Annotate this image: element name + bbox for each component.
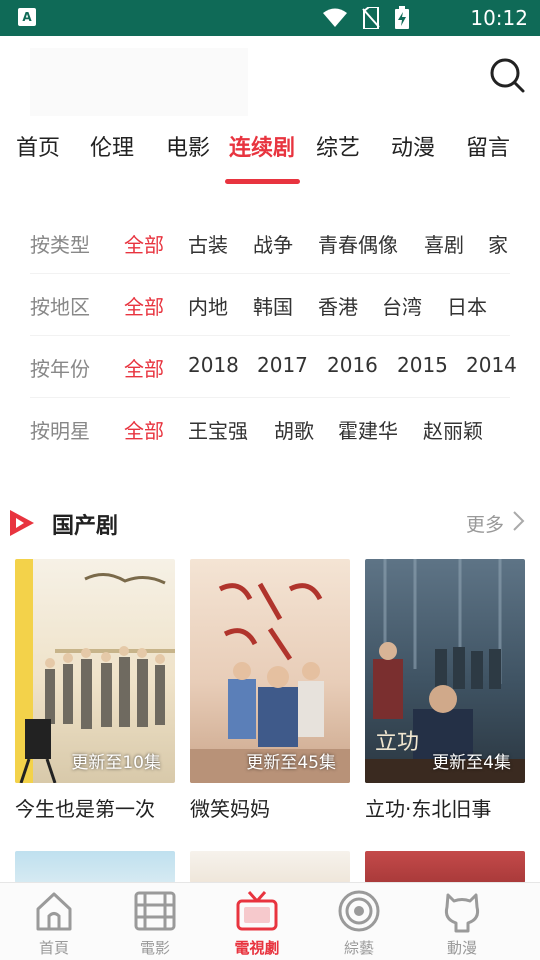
- filter-option[interactable]: 台湾: [382, 291, 422, 320]
- tab-movies[interactable]: 电影: [166, 130, 210, 162]
- drama-card-partial[interactable]: [190, 851, 350, 883]
- cat-icon: [444, 893, 480, 933]
- nav-label: 電影: [139, 939, 170, 957]
- nav-label: 電視劇: [234, 939, 280, 957]
- filter-option[interactable]: 日本: [447, 291, 487, 320]
- target-icon: [338, 890, 380, 932]
- chevron-right-icon[interactable]: [510, 509, 526, 533]
- filter-option[interactable]: 2014: [466, 353, 517, 377]
- filter-option[interactable]: 战争: [253, 229, 293, 258]
- episode-badge: 更新至10集: [71, 753, 161, 773]
- search-button[interactable]: [488, 56, 526, 94]
- filter-option[interactable]: 全部: [124, 229, 164, 258]
- filter-option[interactable]: 全部: [124, 291, 164, 320]
- tv-icon: [236, 891, 278, 931]
- bottom-nav: 首頁 電影 電視劇 綜藝 動漫: [0, 882, 540, 960]
- filter-option[interactable]: 青春偶像: [318, 229, 398, 258]
- search-icon: [490, 58, 525, 93]
- nav-label: 首頁: [38, 939, 69, 957]
- filter-option[interactable]: 家: [488, 229, 508, 258]
- nav-tv[interactable]: 電視劇: [203, 883, 311, 960]
- no-sim-icon: [362, 7, 380, 29]
- filter-option[interactable]: 韩国: [253, 291, 293, 320]
- card-title: 今生也是第一次: [15, 797, 155, 821]
- drama-card-partial[interactable]: [365, 851, 525, 883]
- filter-option[interactable]: 王宝强: [188, 415, 248, 444]
- filter-option[interactable]: 全部: [124, 415, 164, 444]
- poster-image: 更新至45集: [190, 559, 350, 783]
- drama-card[interactable]: 立功 更新至4集 立功·东北旧事: [365, 559, 525, 821]
- filter-label: 按年份: [30, 357, 90, 381]
- play-triangle-icon: [10, 510, 34, 536]
- active-tab-indicator: [225, 179, 300, 184]
- filter-option[interactable]: 内地: [188, 291, 228, 320]
- section-title: 国产剧: [52, 514, 119, 539]
- filter-row-type: 按类型 全部 古装 战争 青春偶像 喜剧 家: [0, 212, 540, 274]
- episode-badge: 更新至4集: [432, 753, 511, 773]
- filter-option[interactable]: 霍建华: [338, 415, 398, 444]
- filter-option[interactable]: 赵丽颖: [423, 415, 483, 444]
- app-logo: [30, 48, 248, 116]
- drama-card-partial[interactable]: [15, 851, 175, 883]
- filter-row-region: 按地区 全部 内地 韩国 香港 台湾 日本: [0, 274, 540, 336]
- filter-option[interactable]: 香港: [318, 291, 358, 320]
- filter-label: 按类型: [30, 233, 90, 257]
- poster-image: 立功 更新至4集: [365, 559, 525, 783]
- filter-label: 按明星: [30, 419, 90, 443]
- clock: 10:12: [470, 6, 528, 30]
- film-icon: [134, 891, 176, 931]
- card-title: 立功·东北旧事: [365, 797, 492, 821]
- status-bar: A 10:12: [0, 0, 540, 36]
- poster-image: 更新至10集: [15, 559, 175, 783]
- category-tabs: 首页 伦理 电影 连续剧 综艺 动漫 留言: [0, 120, 540, 184]
- filter-option[interactable]: 古装: [188, 229, 228, 258]
- battery-charging-icon: [395, 6, 409, 29]
- nav-anime[interactable]: 動漫: [408, 883, 516, 960]
- filter-row-star: 按明星 全部 王宝强 胡歌 霍建华 赵丽颖: [0, 398, 540, 460]
- svg-text:立功: 立功: [375, 730, 419, 755]
- tab-variety[interactable]: 综艺: [316, 130, 360, 162]
- home-icon: [36, 892, 72, 931]
- wifi-icon: [323, 8, 347, 27]
- app-notification-icon: A: [18, 8, 36, 26]
- tab-message[interactable]: 留言: [466, 130, 510, 162]
- tab-home[interactable]: 首页: [16, 130, 60, 162]
- episode-badge: 更新至45集: [246, 753, 336, 773]
- drama-card[interactable]: 更新至10集 今生也是第一次: [15, 559, 175, 821]
- more-link[interactable]: 更多: [466, 510, 504, 537]
- nav-label: 綜藝: [343, 939, 374, 957]
- card-title: 微笑妈妈: [190, 797, 270, 821]
- filter-option[interactable]: 2016: [327, 353, 378, 377]
- filter-option[interactable]: 2015: [397, 353, 448, 377]
- filter-option[interactable]: 喜剧: [424, 229, 464, 258]
- filter-label: 按地区: [30, 295, 90, 319]
- nav-variety[interactable]: 綜藝: [305, 883, 413, 960]
- nav-label: 動漫: [446, 939, 477, 957]
- tab-anime[interactable]: 动漫: [391, 130, 435, 162]
- tab-series[interactable]: 连续剧: [229, 130, 295, 162]
- tab-ethics[interactable]: 伦理: [90, 130, 134, 162]
- filter-option[interactable]: 胡歌: [274, 415, 314, 444]
- filter-row-year: 按年份 全部 2018 2017 2016 2015 2014: [0, 336, 540, 398]
- filter-option[interactable]: 2017: [257, 353, 308, 377]
- filter-option[interactable]: 2018: [188, 353, 239, 377]
- section-header: 国产剧 更多: [0, 500, 540, 546]
- drama-card[interactable]: 更新至45集 微笑妈妈: [190, 559, 350, 821]
- filter-option[interactable]: 全部: [124, 353, 164, 382]
- nav-home[interactable]: 首頁: [0, 883, 108, 960]
- nav-movies[interactable]: 電影: [101, 883, 209, 960]
